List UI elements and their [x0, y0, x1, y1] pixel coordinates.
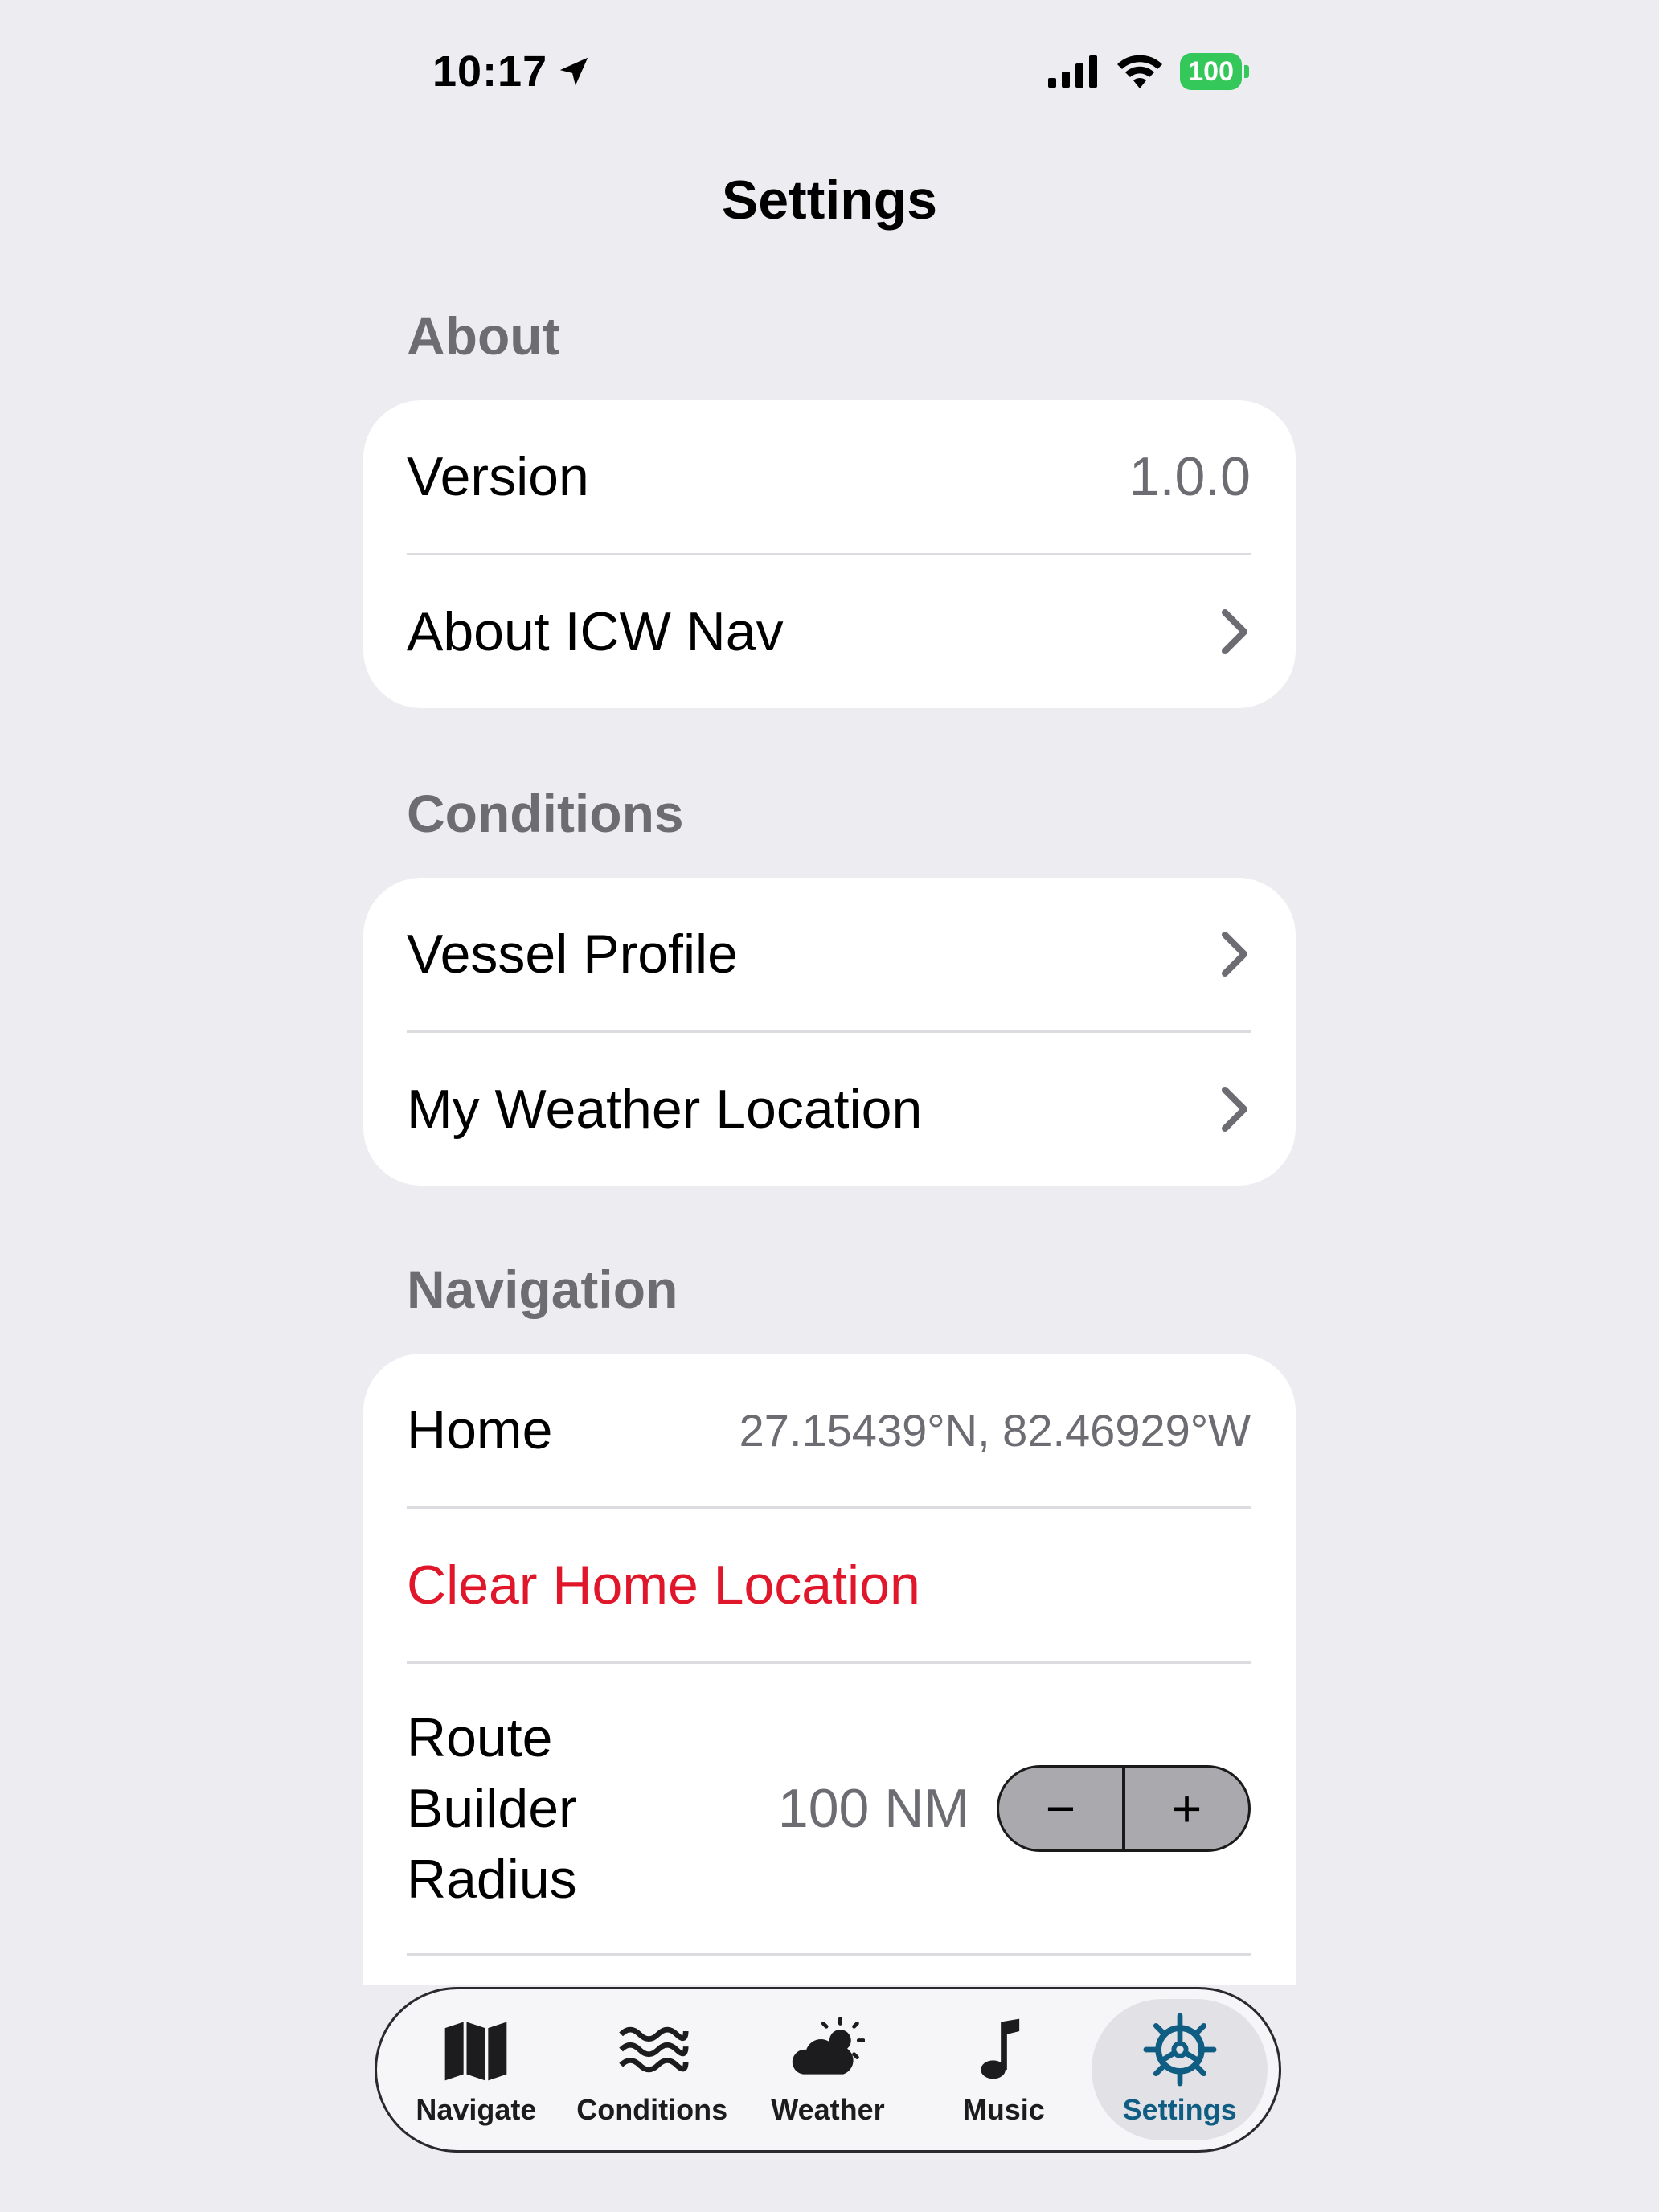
weather-location-row[interactable]: My Weather Location: [363, 1033, 1296, 1186]
home-label: Home: [407, 1399, 553, 1460]
ship-wheel-icon: [1143, 2013, 1217, 2087]
clear-home-row[interactable]: Clear Home Location: [363, 1509, 1296, 1661]
conditions-card: Vessel Profile My Weather Location: [363, 878, 1296, 1186]
version-value: 1.0.0: [1129, 446, 1251, 507]
tab-label: Conditions: [576, 2093, 728, 2126]
page-title: Settings: [721, 170, 938, 231]
increment-button[interactable]: +: [1125, 1768, 1248, 1849]
status-time: 10:17: [432, 47, 592, 96]
cellular-signal-icon: [1048, 55, 1098, 88]
clear-home-button[interactable]: Clear Home Location: [407, 1554, 1251, 1616]
tab-label: Music: [962, 2093, 1045, 2126]
battery-cap: [1244, 65, 1249, 78]
vessel-profile-row[interactable]: Vessel Profile: [363, 878, 1296, 1030]
wifi-icon: [1117, 55, 1163, 88]
route-radius-value: 100 NM: [777, 1778, 969, 1839]
tab-label: Weather: [771, 2093, 885, 2126]
tab-settings[interactable]: Settings: [1092, 1999, 1268, 2140]
music-note-icon: [981, 2018, 1019, 2079]
home-coordinates: 27.15439°N, 82.46929°W: [739, 1404, 1251, 1456]
divider: [407, 1953, 1251, 1956]
settings-screen: 10:17 100 Settings About Version 1.0.0 A…: [0, 0, 1659, 2212]
home-row: Home 27.15439°N, 82.46929°W: [363, 1354, 1296, 1506]
chevron-right-icon: [1222, 932, 1247, 977]
battery-indicator: 100: [1180, 53, 1249, 90]
section-header-navigation: Navigation: [407, 1260, 678, 1319]
tab-bar: Navigate Conditions Weather Music Settin…: [375, 1987, 1281, 2153]
tab-music[interactable]: Music: [916, 1999, 1092, 2140]
route-radius-label: Route Builder Radius: [407, 1707, 577, 1910]
radius-stepper[interactable]: − +: [997, 1765, 1251, 1852]
section-header-conditions: Conditions: [407, 784, 684, 843]
weather-location-label: My Weather Location: [407, 1079, 923, 1140]
section-header-about: About: [407, 306, 560, 366]
decrement-button[interactable]: −: [999, 1768, 1122, 1849]
status-time-text: 10:17: [432, 47, 548, 96]
about-icw-nav-row[interactable]: About ICW Nav: [363, 555, 1296, 708]
tab-label: Settings: [1122, 2093, 1237, 2126]
map-icon: [445, 2022, 507, 2081]
version-row: Version 1.0.0: [363, 400, 1296, 553]
status-indicators: 100: [1048, 53, 1249, 90]
tab-weather[interactable]: Weather: [740, 1999, 916, 2140]
chevron-right-icon: [1222, 1087, 1247, 1132]
waves-icon: [619, 2026, 689, 2073]
battery-level: 100: [1180, 53, 1242, 90]
location-arrow-icon: [559, 57, 588, 86]
tab-conditions[interactable]: Conditions: [564, 1999, 740, 2140]
about-icw-nav-label: About ICW Nav: [407, 601, 784, 662]
version-label: Version: [407, 446, 589, 507]
route-radius-row: Route Builder Radius 100 NM − +: [363, 1664, 1296, 1953]
cloud-sun-icon: [792, 2017, 865, 2075]
navigation-card: Home 27.15439°N, 82.46929°W Clear Home L…: [363, 1354, 1296, 1985]
chevron-right-icon: [1222, 609, 1247, 654]
tab-navigate[interactable]: Navigate: [388, 1999, 564, 2140]
vessel-profile-label: Vessel Profile: [407, 924, 738, 985]
about-card: Version 1.0.0 About ICW Nav: [363, 400, 1296, 708]
tab-label: Navigate: [416, 2093, 537, 2126]
